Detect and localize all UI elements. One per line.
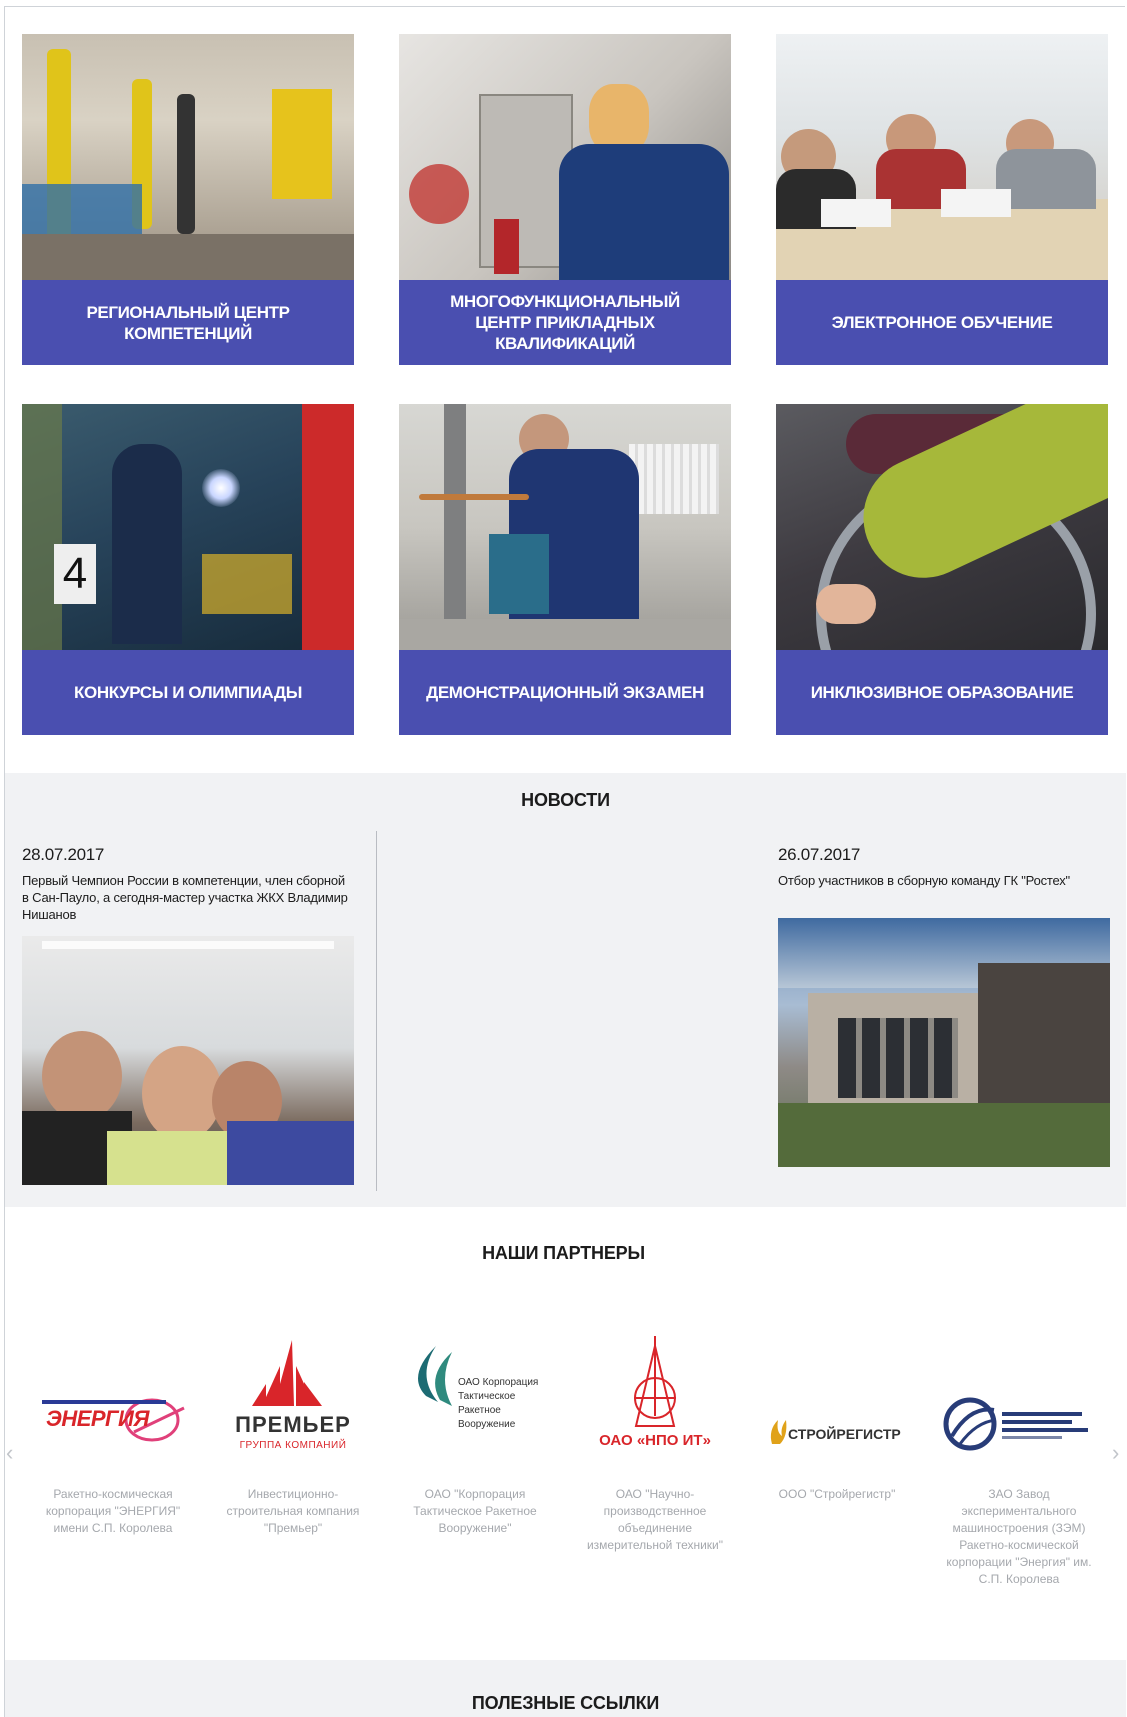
premier-building-icon bbox=[252, 1340, 322, 1406]
premier-logo-text: ПРЕМЬЕР bbox=[235, 1412, 351, 1437]
tile-label: Многофункциональный центр прикладных ква… bbox=[399, 280, 731, 365]
tile-label: Электронное обучение bbox=[776, 280, 1108, 365]
stroyregistr-flame-icon bbox=[770, 1420, 787, 1444]
npo-it-tower-icon bbox=[634, 1336, 676, 1427]
tile-multifunctional-center[interactable]: Многофункциональный центр прикладных ква… bbox=[399, 34, 731, 365]
tile-regional-center[interactable]: Региональный центр компетенций bbox=[22, 34, 354, 365]
tile-e-learning[interactable]: Электронное обучение bbox=[776, 34, 1108, 365]
energia-logo-text: ЭНЕРГИЯ bbox=[46, 1406, 149, 1431]
useful-links-title: ПОЛЕЗНЫЕ ССЫЛКИ bbox=[471, 1693, 660, 1713]
partner-caption: Инвестиционно-строительная компания "Пре… bbox=[226, 1487, 360, 1535]
useful-links-section: ПОЛЕЗНЫЕ ССЫЛКИ bbox=[5, 1660, 1126, 1717]
news-photo[interactable] bbox=[778, 918, 1110, 1167]
welder-sparks-photo: 4 bbox=[22, 404, 354, 650]
tile-label: Инклюзивное образование bbox=[776, 650, 1108, 735]
premier-logo-subtext: ГРУППА КОМПАНИЙ bbox=[239, 1440, 347, 1451]
news-title: НОВОСТИ bbox=[521, 790, 610, 810]
pipefitter-photo bbox=[399, 404, 731, 650]
news-date: 28.07.2017 bbox=[22, 845, 105, 864]
news-headline[interactable]: Первый Чемпион России в компетенции, чле… bbox=[22, 872, 354, 923]
partners-title: НАШИ ПАРТНЕРЫ bbox=[482, 1243, 645, 1263]
partner-stroyregistr[interactable]: СТРОЙРЕГИСТР ООО "Стройрегистр" bbox=[758, 1336, 916, 1503]
zem-logo bbox=[940, 1336, 1098, 1486]
classroom-laptops-photo bbox=[776, 34, 1108, 280]
partner-npo-it[interactable]: ОАО «НПО ИТ» ОАО "Научно-производственно… bbox=[576, 1336, 734, 1554]
partner-caption: ОАО "Корпорация Тактическое Ракетное Воо… bbox=[413, 1487, 537, 1535]
carousel-prev-icon[interactable]: ‹ bbox=[6, 1440, 13, 1466]
carousel-next-icon[interactable]: › bbox=[1112, 1440, 1119, 1466]
news-item[interactable]: 26.07.2017 Отбор участников в сборную ко… bbox=[778, 845, 1110, 1185]
tile-competitions[interactable]: 4 Конкурсы и олимпиады bbox=[22, 404, 354, 735]
tile-inclusive-education[interactable]: Инклюзивное образование bbox=[776, 404, 1108, 735]
lab-student-photo bbox=[399, 34, 731, 280]
news-section: НОВОСТИ 28.07.2017 Первый Чемпион России… bbox=[5, 773, 1126, 1207]
partner-caption: Ракетно-космическая корпорация "ЭНЕРГИЯ"… bbox=[45, 1487, 181, 1535]
npo-it-logo: ОАО «НПО ИТ» bbox=[576, 1336, 734, 1486]
news-date: 26.07.2017 bbox=[778, 845, 861, 864]
tile-label: Конкурсы и олимпиады bbox=[22, 650, 354, 735]
energia-logo: ЭНЕРГИЯ bbox=[34, 1336, 192, 1486]
tile-label: Региональный центр компетенций bbox=[22, 280, 354, 365]
npo-it-logo-text: ОАО «НПО ИТ» bbox=[599, 1432, 711, 1449]
program-tiles: Региональный центр компетенций Многофунк… bbox=[22, 34, 1108, 735]
stroyregistr-logo: СТРОЙРЕГИСТР bbox=[758, 1336, 916, 1486]
welding-workshop-photo bbox=[22, 34, 354, 280]
partner-ktrv[interactable]: ОАО Корпорация Тактическое Ракетное Воор… bbox=[396, 1336, 554, 1537]
news-item[interactable]: 28.07.2017 Первый Чемпион России в компе… bbox=[22, 845, 354, 1185]
ktrv-logo-text: ОАО Корпорация Тактическое Ракетное Воор… bbox=[458, 1377, 539, 1430]
zem-globe-icon bbox=[943, 1397, 1088, 1451]
partner-caption: ЗАО Завод экспериментального машинострое… bbox=[946, 1487, 1092, 1586]
news-headline[interactable]: Отбор участников в сборную команду ГК "Р… bbox=[778, 872, 1110, 889]
partner-caption: ООО "Стройрегистр" bbox=[778, 1487, 896, 1501]
partner-energia[interactable]: ЭНЕРГИЯ Ракетно-космическая корпорация "… bbox=[34, 1336, 192, 1537]
tile-label: Демонстрационный экзамен bbox=[399, 650, 731, 735]
news-divider bbox=[376, 831, 377, 1191]
wheelchair-photo bbox=[776, 404, 1108, 650]
tile-demo-exam[interactable]: Демонстрационный экзамен bbox=[399, 404, 731, 735]
partner-caption: ОАО "Научно-производственное объединение… bbox=[586, 1487, 724, 1552]
stroyregistr-logo-text: СТРОЙРЕГИСТР bbox=[788, 1426, 901, 1442]
partner-zem[interactable]: ЗАО Завод экспериментального машинострое… bbox=[940, 1336, 1098, 1588]
ktrv-logo: ОАО Корпорация Тактическое Ракетное Воор… bbox=[396, 1336, 554, 1486]
premier-logo: ПРЕМЬЕР ГРУППА КОМПАНИЙ bbox=[214, 1336, 372, 1486]
news-photo[interactable] bbox=[22, 936, 354, 1185]
partner-premier[interactable]: ПРЕМЬЕР ГРУППА КОМПАНИЙ Инвестиционно-ст… bbox=[214, 1336, 372, 1537]
